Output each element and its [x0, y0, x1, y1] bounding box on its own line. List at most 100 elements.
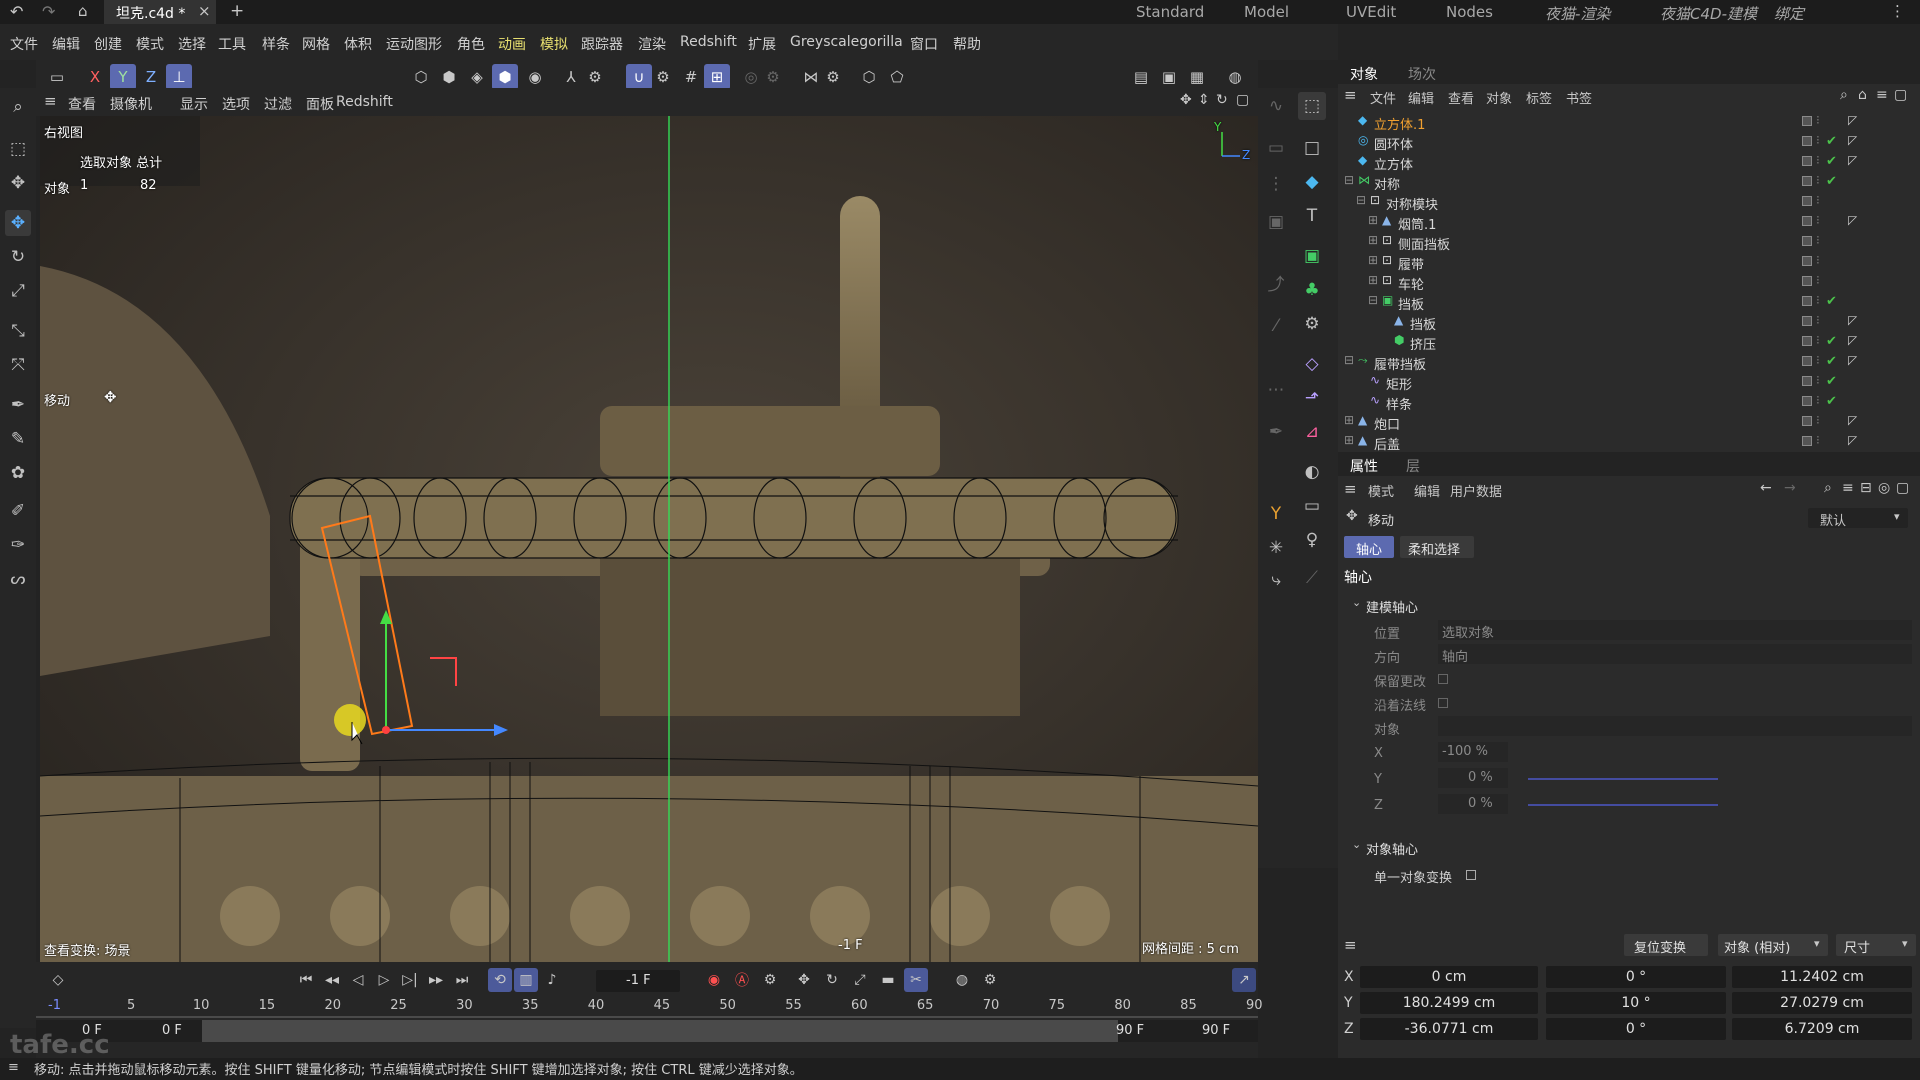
range-bar[interactable]: [202, 1020, 1118, 1042]
forward-arrow-icon[interactable]: →: [1784, 480, 1796, 496]
home-icon[interactable]: ⌂: [78, 2, 88, 20]
menu-item-6[interactable]: 样条: [262, 34, 290, 54]
autokey-icon[interactable]: Ⓐ: [730, 968, 754, 992]
object-row[interactable]: ◎ 圆环体 ⁝ ✔ ◸: [1338, 132, 1920, 153]
axis-z-button[interactable]: Z: [138, 64, 164, 90]
scene-icon[interactable]: ◐: [1298, 458, 1326, 486]
phong-tag-icon[interactable]: ◸: [1848, 413, 1857, 427]
key-position-icon[interactable]: ✥: [792, 968, 816, 992]
viewport-menu-3[interactable]: 选项: [222, 94, 250, 114]
layer-swatch[interactable]: [1802, 316, 1812, 326]
enabled-check-icon[interactable]: ✔: [1826, 354, 1837, 369]
text-icon[interactable]: T: [1298, 202, 1326, 230]
rotate-tool-icon[interactable]: ↻: [5, 244, 31, 270]
y-field[interactable]: 0 %: [1438, 768, 1508, 788]
range-slider[interactable]: 0 F 0 F 90 F 90 F: [36, 1020, 1258, 1042]
deformer-icon[interactable]: ◇: [1298, 350, 1326, 378]
object-row[interactable]: ⊞ ▲ 烟筒.1 ⁝ ◸: [1338, 212, 1920, 233]
key-pla-icon[interactable]: ✂: [904, 968, 928, 992]
next-key-icon[interactable]: ▸▸: [424, 968, 448, 992]
menu-item-11[interactable]: 动画: [498, 34, 526, 54]
object-row[interactable]: ∿ 样条 ⁝ ✔: [1338, 392, 1920, 413]
group-modeling-axis[interactable]: 建模轴心: [1366, 597, 1418, 616]
reset-transform-button[interactable]: 复位变换: [1624, 934, 1708, 956]
knife-palette-icon[interactable]: ⁄: [1262, 312, 1290, 340]
subtab-pivot[interactable]: 轴心: [1344, 536, 1394, 558]
om-hamburger-icon[interactable]: ≡: [1344, 86, 1357, 104]
preset-dropdown[interactable]: 默认 ▾: [1808, 508, 1908, 529]
menu-item-9[interactable]: 运动图形: [386, 34, 442, 54]
layer-swatch[interactable]: [1802, 336, 1812, 346]
coord-pos-field[interactable]: 180.2499 cm: [1360, 992, 1538, 1014]
go-start-icon[interactable]: ⏮: [294, 968, 318, 992]
snap-icon[interactable]: ∪: [626, 64, 652, 90]
camera-palette-icon[interactable]: ▣: [1262, 208, 1290, 236]
render-view-icon[interactable]: ▣: [1156, 64, 1182, 90]
phong-tag-icon[interactable]: ◸: [1848, 313, 1857, 327]
coord-rot-field[interactable]: 10 °: [1546, 992, 1726, 1014]
select-tool-icon[interactable]: ⬚: [5, 136, 31, 162]
tab-document[interactable]: 坦克.c4d * ×: [104, 0, 216, 24]
object-row[interactable]: ⊟ ⊡ 对称模块 ⁝: [1338, 192, 1920, 213]
coord-size-field[interactable]: 11.2402 cm: [1732, 966, 1912, 988]
axis-mode-icon[interactable]: ⅄: [558, 64, 584, 90]
coords-hamburger-icon[interactable]: ≡: [1344, 936, 1357, 954]
tab-attributes[interactable]: 属性: [1350, 456, 1378, 476]
add-tab-icon[interactable]: +: [230, 1, 244, 21]
live-select-icon[interactable]: ✥: [5, 170, 31, 196]
layer-swatch[interactable]: [1802, 256, 1812, 266]
om-menu-3[interactable]: 对象: [1486, 88, 1512, 107]
visibility-dots-icon[interactable]: ⁝: [1816, 313, 1820, 327]
cube-primitive-icon[interactable]: □: [1298, 134, 1326, 162]
keyframe-icon[interactable]: ◇: [46, 968, 70, 992]
search-icon[interactable]: ⌕: [5, 94, 31, 120]
object-row[interactable]: ⊟ ⋈ 对称 ⁝ ✔: [1338, 172, 1920, 193]
menu-item-1[interactable]: 编辑: [52, 34, 80, 54]
play-icon[interactable]: ▷: [372, 968, 396, 992]
layer-swatch[interactable]: [1802, 116, 1812, 126]
viewport-menu-1[interactable]: 摄像机: [110, 94, 152, 114]
visibility-dots-icon[interactable]: ⁝: [1816, 153, 1820, 167]
expand-icon[interactable]: ⊟: [1356, 193, 1366, 207]
x-field[interactable]: -100 %: [1438, 742, 1508, 762]
pen-tool-icon[interactable]: ✒: [5, 392, 31, 418]
bend-deformer-icon[interactable]: ⬏: [1298, 384, 1326, 412]
more-icon[interactable]: ⋮: [1890, 2, 1905, 20]
next-frame-icon[interactable]: ▷|: [398, 968, 422, 992]
tag-icon[interactable]: ⟋: [1298, 564, 1326, 592]
viewport-hamburger-icon[interactable]: ≡: [44, 92, 57, 110]
menu-item-5[interactable]: 工具: [218, 34, 246, 54]
brush-palette-icon[interactable]: ✒: [1262, 418, 1290, 446]
menu-item-12[interactable]: 模拟: [540, 34, 568, 54]
layer-swatch[interactable]: [1802, 236, 1812, 246]
timeline-ruler[interactable]: [36, 1016, 1258, 1018]
render-region-icon[interactable]: ▤: [1128, 64, 1154, 90]
object-row[interactable]: ◆ 立方体 ⁝ ✔ ◸: [1338, 152, 1920, 173]
back-arrow-icon[interactable]: ←: [1760, 480, 1772, 496]
preview-range-icon[interactable]: ▥: [514, 968, 538, 992]
menu-item-14[interactable]: 渲染: [638, 34, 666, 54]
polygons-mode-icon[interactable]: ◈: [464, 64, 490, 90]
om-menu-0[interactable]: 文件: [1370, 88, 1396, 107]
keep-changes-checkbox[interactable]: [1438, 674, 1448, 684]
coord-rot-field[interactable]: 0 °: [1546, 1018, 1726, 1040]
layer-swatch[interactable]: [1802, 136, 1812, 146]
attr-menu-edit[interactable]: 编辑: [1414, 481, 1440, 500]
timeline-expand-icon[interactable]: ↗: [1232, 968, 1256, 992]
layer-swatch[interactable]: [1802, 376, 1812, 386]
z-slider[interactable]: [1528, 804, 1718, 806]
scale-tool-icon[interactable]: ⤢: [5, 278, 31, 304]
visibility-dots-icon[interactable]: ⁝: [1816, 433, 1820, 447]
symmetry-settings-icon[interactable]: ⚙: [820, 64, 846, 90]
enabled-check-icon[interactable]: ✔: [1826, 134, 1837, 149]
prev-key-icon[interactable]: ◂◂: [320, 968, 344, 992]
layer-swatch[interactable]: [1802, 196, 1812, 206]
prev-frame-icon[interactable]: ◁: [346, 968, 370, 992]
phong-tag-icon[interactable]: ◸: [1848, 333, 1857, 347]
layout-tab-1[interactable]: Model: [1244, 3, 1289, 21]
grid-icon[interactable]: #: [678, 64, 704, 90]
expand-icon[interactable]: ⊞: [1368, 213, 1378, 227]
attr-hamburger-icon[interactable]: ≡: [1344, 480, 1357, 498]
enabled-check-icon[interactable]: ✔: [1826, 374, 1837, 389]
coord-pos-field[interactable]: 0 cm: [1360, 966, 1538, 988]
